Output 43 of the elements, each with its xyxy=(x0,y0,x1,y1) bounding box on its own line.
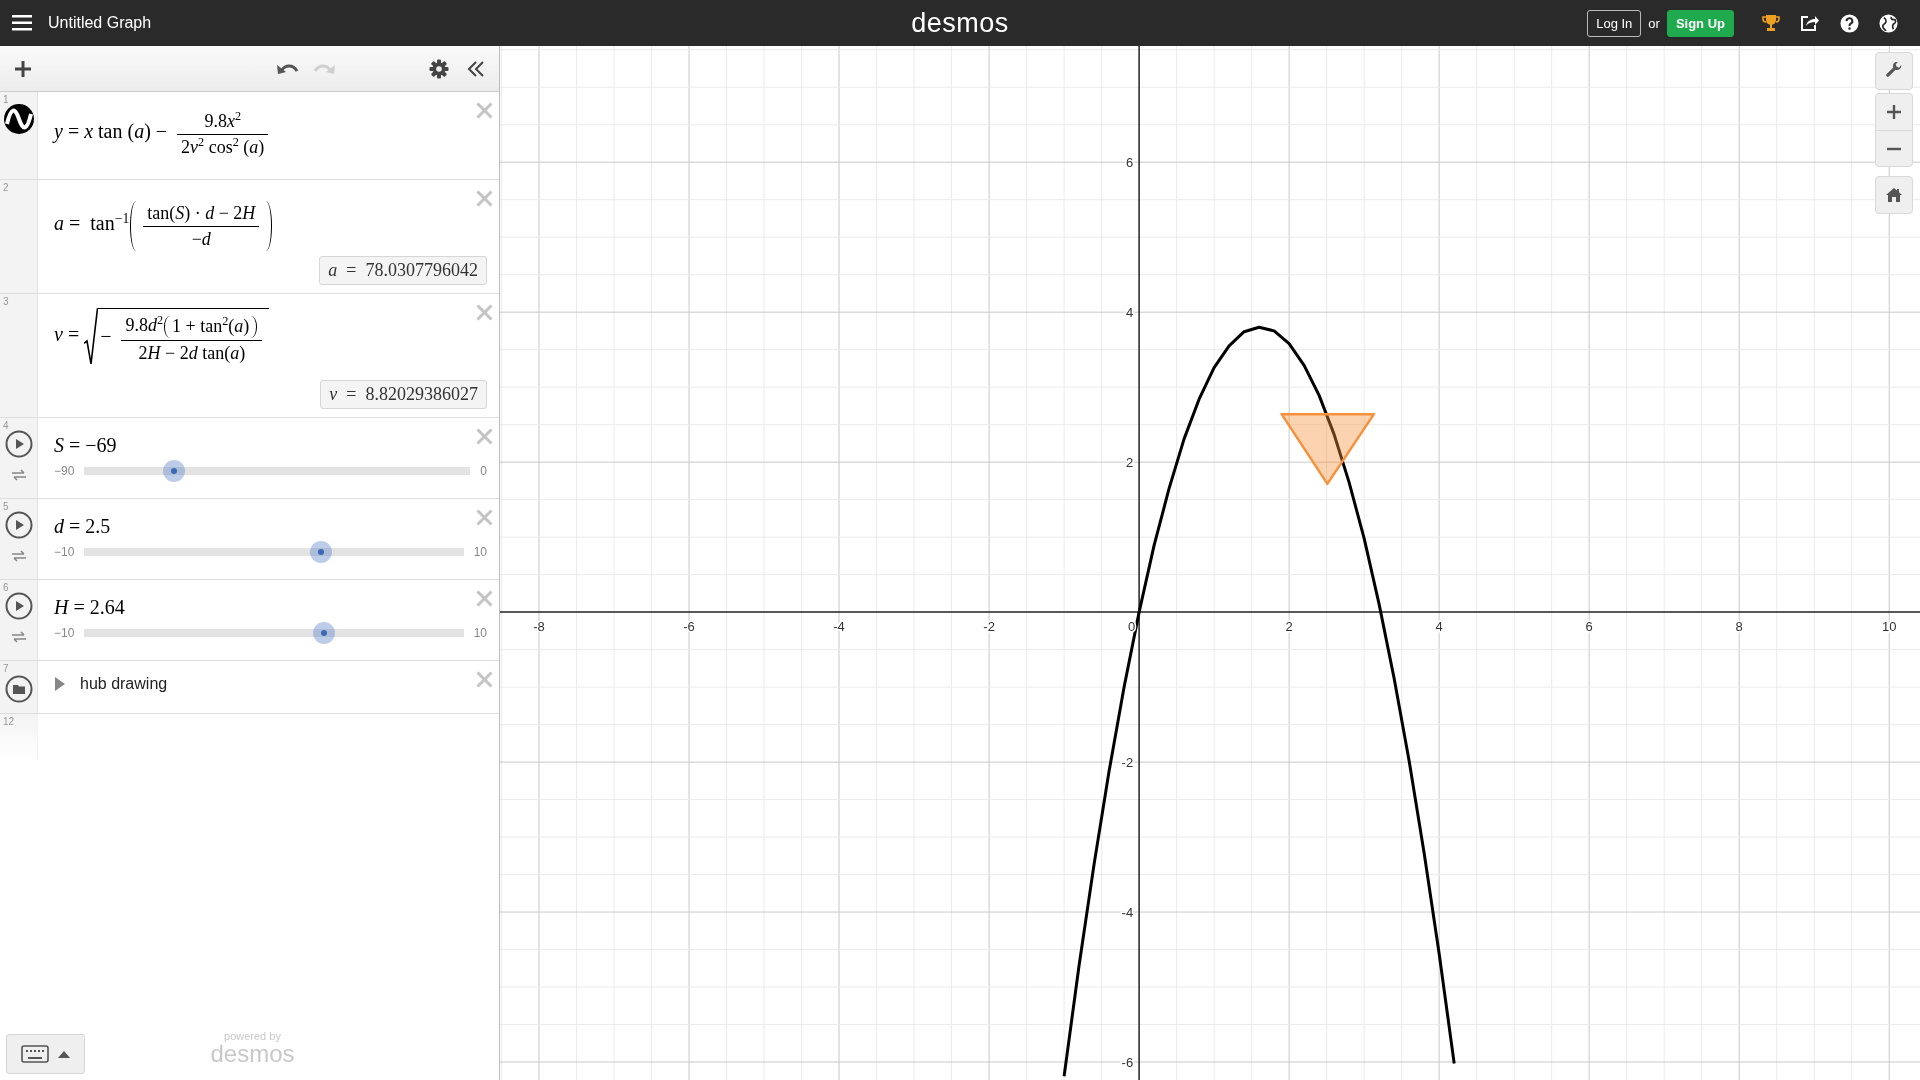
axis-tick-label: 4 xyxy=(1125,305,1134,321)
axis-tick-label: -4 xyxy=(833,619,845,635)
axis-tick-label: -2 xyxy=(1121,755,1134,771)
math-expression[interactable]: S = −69 xyxy=(54,432,117,458)
result-value: v = 8.82029386027 xyxy=(320,380,487,409)
axis-tick-label: 10 xyxy=(1882,619,1897,635)
axis-tick-label: -4 xyxy=(1121,905,1134,921)
logo: desmos xyxy=(911,7,1009,39)
axis-tick-label: -2 xyxy=(983,619,995,635)
axis-tick-label: 6 xyxy=(1125,155,1134,171)
slider-max: 0 xyxy=(480,464,487,478)
math-expression[interactable]: v = − 9.8d$^{2}$ 1 + tan$^{2}$(a) 2H − 2d tan(a) xyxy=(54,308,270,365)
line-number: 2 xyxy=(3,182,9,193)
line-number: 1 xyxy=(3,94,9,105)
math-expression[interactable]: y = x tan (a) − 9.8x$^{2}$ 2v$^{2}$ cos$^{2}$ (a) xyxy=(54,108,274,160)
axis-tick-label: 2 xyxy=(1285,619,1293,635)
slider-min: −90 xyxy=(54,464,75,478)
axis-tick-label: 4 xyxy=(1435,619,1443,635)
axis-tick-label: 2 xyxy=(1125,455,1134,471)
axis-tick-label: -8 xyxy=(533,619,545,635)
math-expression[interactable]: a = tan$^{−1}$ tan(S) · d − 2H −d xyxy=(54,200,274,252)
separator-text: or xyxy=(1648,15,1660,31)
line-number: 5 xyxy=(3,501,9,512)
line-number: 7 xyxy=(3,663,9,674)
axis-tick-label: 0 xyxy=(1127,619,1136,635)
folder-label[interactable]: hub drawing xyxy=(80,675,168,693)
axis-tick-label: -6 xyxy=(1121,1055,1134,1070)
axis-tick-label: 6 xyxy=(1585,619,1593,635)
axis-tick-label: 8 xyxy=(1735,619,1743,635)
slider-max: 10 xyxy=(473,626,487,640)
math-expression[interactable]: H = 2.64 xyxy=(54,594,125,620)
axis-tick-label: -6 xyxy=(683,619,695,635)
slider-min: −10 xyxy=(54,626,75,640)
login-button[interactable]: Log In xyxy=(1587,9,1642,37)
line-number: 4 xyxy=(3,420,9,431)
result-value: a = 78.0307796042 xyxy=(319,256,487,285)
line-number: 6 xyxy=(3,582,9,593)
slider-min: −10 xyxy=(54,545,75,559)
line-number: 3 xyxy=(3,296,9,307)
slider-max: 10 xyxy=(473,545,487,559)
graph-title: Untitled Graph xyxy=(48,14,152,32)
math-expression[interactable]: d = 2.5 xyxy=(54,513,111,539)
line-number: 12 xyxy=(3,716,15,727)
